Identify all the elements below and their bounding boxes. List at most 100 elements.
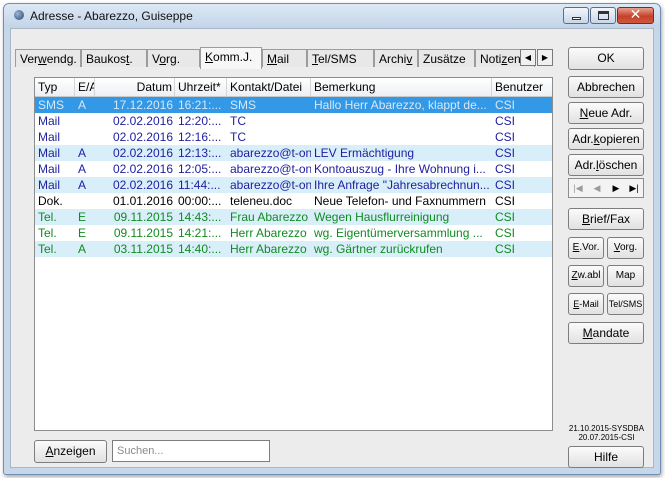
cell-uhrzeit: 16:21:... bbox=[178, 98, 222, 112]
zw-abl-button[interactable]: Zw.abl bbox=[568, 265, 604, 287]
minimize-button[interactable] bbox=[563, 7, 589, 24]
table-row[interactable]: Mail 02.02.2016 12:20:... TC CSI bbox=[35, 113, 552, 129]
map-button[interactable]: Map bbox=[607, 265, 644, 287]
cell-e-a: E bbox=[78, 210, 87, 224]
cell-typ: Mail bbox=[38, 146, 61, 160]
cell-datum: 02.02.2016 bbox=[112, 146, 173, 160]
table-row[interactable]: Mail 02.02.2016 12:16:... TC CSI bbox=[35, 129, 552, 145]
cell-benutzer: CSI bbox=[495, 178, 516, 192]
tab-komm-j[interactable]: Komm.J. bbox=[200, 47, 262, 69]
cell-uhrzeit: 12:13:... bbox=[178, 146, 222, 160]
search-input[interactable]: Suchen... bbox=[112, 440, 270, 462]
cell-benutzer: CSI bbox=[495, 242, 516, 256]
table-row[interactable]: Mail A 02.02.2016 12:13:... abarezzo@t-onl..… bbox=[35, 145, 552, 161]
cell-kontakt: Herr Abarezzo bbox=[230, 242, 307, 256]
maximize-button[interactable] bbox=[590, 7, 616, 24]
e-mail-button[interactable]: E-Mail bbox=[568, 293, 604, 315]
cell-kontakt: TC bbox=[230, 130, 246, 144]
cell-bemerkung: Wegen Hausflurreinigung bbox=[314, 210, 450, 224]
cell-bemerkung: Kontoauszug - Ihre Wohnung i... bbox=[314, 162, 486, 176]
brief-fax-button[interactable]: Brief/Fax bbox=[568, 208, 644, 230]
cancel-button[interactable]: Abbrechen bbox=[568, 76, 644, 98]
cell-e-a: A bbox=[78, 162, 87, 176]
cell-bemerkung: wg. Eigentümerversammlung ... bbox=[314, 226, 483, 240]
cell-bemerkung bbox=[311, 129, 492, 145]
column-header-typ[interactable]: Typ bbox=[35, 78, 75, 96]
tab-vorg[interactable]: Vorg. bbox=[147, 49, 200, 67]
vorg-button[interactable]: Vorg. bbox=[607, 237, 644, 259]
cell-benutzer: CSI bbox=[495, 98, 516, 112]
cell-uhrzeit: 14:43:... bbox=[178, 210, 222, 224]
close-button[interactable]: ✕ bbox=[617, 7, 654, 24]
table-row[interactable]: Mail A 02.02.2016 11:44:... abarezzo@t-onl..… bbox=[35, 177, 552, 193]
cell-e-a bbox=[75, 113, 95, 129]
ok-button[interactable]: OK bbox=[568, 47, 644, 70]
cell-datum: 17.12.2016 bbox=[112, 98, 173, 112]
tab-verwendg[interactable]: Verwendg. bbox=[15, 49, 81, 67]
minimize-icon bbox=[572, 17, 581, 20]
cell-e-a: A bbox=[78, 98, 87, 112]
cell-datum: 01.01.2016 bbox=[112, 194, 173, 208]
cell-benutzer: CSI bbox=[495, 130, 516, 144]
next-record-icon[interactable]: ▶ bbox=[607, 179, 625, 197]
tab-scroll-right-button[interactable]: ▶ bbox=[537, 49, 553, 66]
column-header-e-a[interactable]: E/A bbox=[75, 78, 95, 96]
e-vor-button[interactable]: E.Vor. bbox=[568, 237, 604, 259]
cell-bemerkung: LEV Ermächtigung bbox=[314, 146, 415, 160]
table-row[interactable]: Dok. 01.01.2016 00:00:... teleneu.doc Neue T… bbox=[35, 193, 552, 209]
table-row[interactable]: SMS A 17.12.2016 16:21:... SMS Hallo Herr Aba… bbox=[35, 97, 552, 113]
window-title: Adresse - Abarezzo, Guiseppe bbox=[30, 9, 193, 23]
anzeigen-button[interactable]: Anzeigen bbox=[34, 440, 107, 463]
cell-kontakt: abarezzo@t-onl... bbox=[230, 162, 311, 176]
stamp-line-1: 21.10.2015-SYSDBA bbox=[568, 424, 645, 433]
tel-sms-button[interactable]: Tel/SMS bbox=[607, 293, 644, 315]
communication-grid[interactable]: Typ E/A Datum Uhrzeit* Kontakt/Datei Bem… bbox=[34, 77, 553, 431]
cell-e-a: A bbox=[78, 242, 87, 256]
stamp-line-2: 20.07.2015-CSI bbox=[578, 433, 635, 442]
tab-scroll-left-button[interactable]: ◀ bbox=[520, 49, 536, 66]
cell-typ: Mail bbox=[38, 114, 61, 128]
cell-typ: SMS bbox=[38, 98, 65, 112]
modification-stamp: 21.10.2015-SYSDBA 20.07.2015-CSI bbox=[563, 424, 650, 442]
column-header-bemerkung[interactable]: Bemerkung bbox=[311, 78, 492, 96]
cell-datum: 02.02.2016 bbox=[112, 130, 173, 144]
table-row[interactable]: Tel. E 09.11.2015 14:43:... Frau Abarezzo Weg… bbox=[35, 209, 552, 225]
cell-uhrzeit: 12:05:... bbox=[178, 162, 222, 176]
previous-record-icon[interactable]: ◀ bbox=[588, 179, 606, 197]
cell-uhrzeit: 14:40:... bbox=[178, 242, 222, 256]
tab-zusaetze[interactable]: Zusätze bbox=[418, 49, 475, 67]
close-icon: ✕ bbox=[629, 7, 642, 23]
cell-uhrzeit: 14:21:... bbox=[178, 226, 222, 240]
tab-tel-sms[interactable]: Tel/SMS bbox=[307, 49, 374, 67]
grid-header: Typ E/A Datum Uhrzeit* Kontakt/Datei Bem… bbox=[35, 78, 552, 97]
tab-mail[interactable]: Mail bbox=[262, 49, 307, 67]
cell-benutzer: CSI bbox=[495, 226, 516, 240]
cell-typ: Tel. bbox=[38, 226, 57, 240]
cell-benutzer: CSI bbox=[495, 146, 516, 160]
copy-address-button[interactable]: Adr.kopieren bbox=[568, 128, 644, 150]
table-row[interactable]: Tel. A 03.11.2015 14:40:... Herr Abarezzo wg.… bbox=[35, 241, 552, 257]
cell-kontakt: abarezzo@t-onl... bbox=[230, 146, 311, 160]
title-bar[interactable]: Adresse - Abarezzo, Guiseppe ✕ bbox=[4, 4, 660, 28]
column-header-uhrzeit[interactable]: Uhrzeit* bbox=[175, 78, 227, 96]
cell-e-a bbox=[75, 129, 95, 145]
delete-address-button[interactable]: Adr.löschen bbox=[568, 154, 644, 176]
table-row[interactable]: Tel. E 09.11.2015 14:21:... Herr Abarezzo wg.… bbox=[35, 225, 552, 241]
tab-archiv[interactable]: Archiv bbox=[374, 49, 418, 67]
first-record-icon[interactable]: |◀ bbox=[569, 179, 587, 197]
cell-datum: 09.11.2015 bbox=[113, 226, 173, 240]
column-header-datum[interactable]: Datum bbox=[95, 78, 175, 96]
table-row[interactable]: Mail A 02.02.2016 12:05:... abarezzo@t-onl..… bbox=[35, 161, 552, 177]
column-header-kontakt[interactable]: Kontakt/Datei bbox=[227, 78, 311, 96]
tab-baukost[interactable]: Baukost. bbox=[81, 49, 147, 67]
last-record-icon[interactable]: ▶| bbox=[625, 179, 643, 197]
help-button[interactable]: Hilfe bbox=[568, 446, 644, 468]
column-header-benutzer[interactable]: Benutzer bbox=[492, 78, 552, 96]
cell-uhrzeit: 00:00:... bbox=[178, 194, 222, 208]
cell-e-a bbox=[75, 193, 95, 209]
new-address-button[interactable]: Neue Adr. bbox=[568, 102, 644, 124]
maximize-icon bbox=[598, 11, 609, 20]
mandate-button[interactable]: Mandate bbox=[568, 322, 644, 344]
cell-datum: 03.11.2015 bbox=[113, 242, 173, 256]
cell-kontakt: Frau Abarezzo bbox=[230, 210, 309, 224]
